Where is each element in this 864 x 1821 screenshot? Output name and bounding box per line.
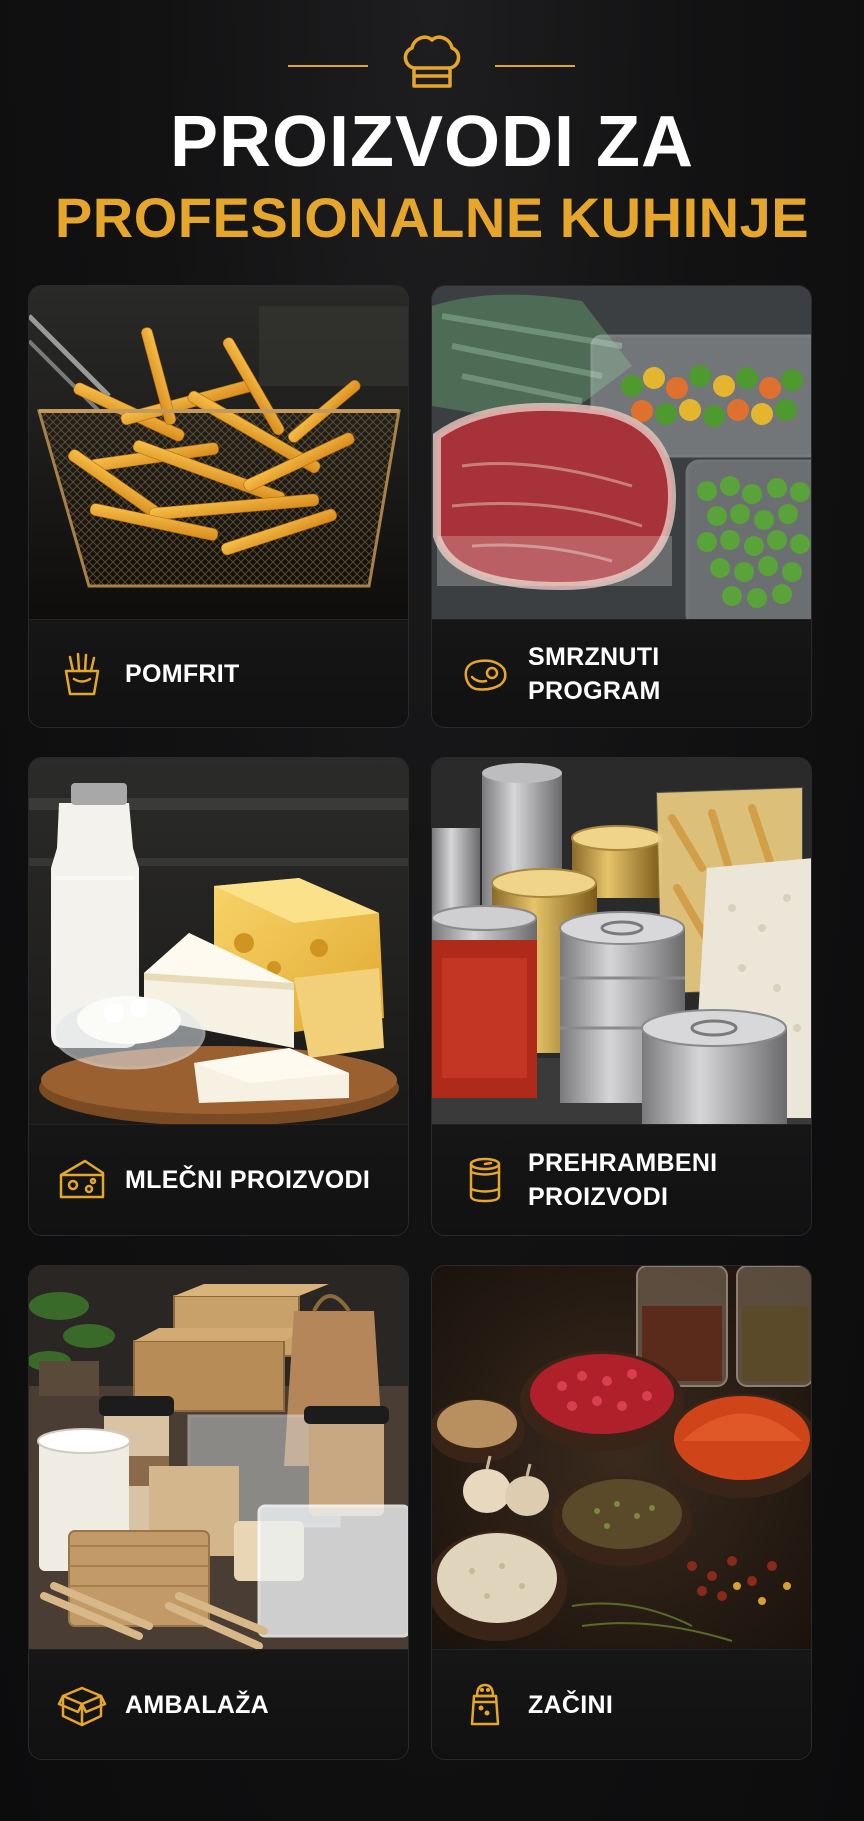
- category-card-prehrambeni-proizvodi[interactable]: PREHRAMBENI PROIZVODI: [431, 757, 812, 1236]
- card-footer: POMFRIT: [29, 619, 408, 727]
- box-icon: [57, 1686, 107, 1726]
- category-card-smrznuti-program[interactable]: SMRZNUTI PROGRAM: [431, 285, 812, 728]
- spices-photo: [432, 1266, 811, 1651]
- salt-shaker-icon: [470, 1683, 500, 1725]
- category-label: POMFRIT: [125, 659, 240, 688]
- decorative-line-right: [495, 65, 575, 67]
- category-card-mlecni-proizvodi[interactable]: MLEČNI PROIZVODI: [28, 757, 409, 1236]
- header: PROIZVODI ZA PROFESIONALNE KUHINJE: [0, 0, 864, 280]
- card-footer: PREHRAMBENI PROIZVODI: [432, 1124, 811, 1235]
- cheese-icon: [59, 1159, 105, 1199]
- chef-hat-icon: [403, 35, 461, 88]
- category-label: PREHRAMBENI PROIZVODI: [528, 1149, 718, 1211]
- packaging-photo: [29, 1266, 408, 1651]
- canned-goods-photo: [432, 758, 811, 1126]
- page-title-line2: PROFESIONALNE KUHINJE: [54, 186, 810, 249]
- category-card-zacini[interactable]: ZAČINI: [431, 1265, 812, 1760]
- steak-icon: [464, 658, 507, 691]
- can-icon: [469, 1157, 501, 1203]
- category-label: AMBALAŽA: [125, 1690, 270, 1719]
- category-label: MLEČNI PROIZVODI: [125, 1166, 371, 1194]
- page: PROIZVODI ZA PROFESIONALNE KUHINJE POMFR…: [0, 0, 864, 1821]
- decorative-line-left: [288, 65, 368, 67]
- dairy-photo: [29, 758, 408, 1126]
- french-fries-icon: [64, 652, 100, 695]
- category-label: SMRZNUTI PROGRAM: [528, 642, 661, 705]
- category-label: ZAČINI: [528, 1690, 614, 1719]
- card-footer: SMRZNUTI PROGRAM: [432, 619, 811, 727]
- category-card-ambalaza[interactable]: AMBALAŽA: [28, 1265, 409, 1760]
- page-title-line1: PROIZVODI ZA: [169, 102, 694, 182]
- card-footer: AMBALAŽA: [29, 1649, 408, 1759]
- card-footer: MLEČNI PROIZVODI: [29, 1124, 408, 1235]
- fries-photo: [29, 286, 408, 621]
- frozen-food-photo: [432, 286, 811, 621]
- card-footer: ZAČINI: [432, 1649, 811, 1759]
- category-card-pomfrit[interactable]: POMFRIT: [28, 285, 409, 728]
